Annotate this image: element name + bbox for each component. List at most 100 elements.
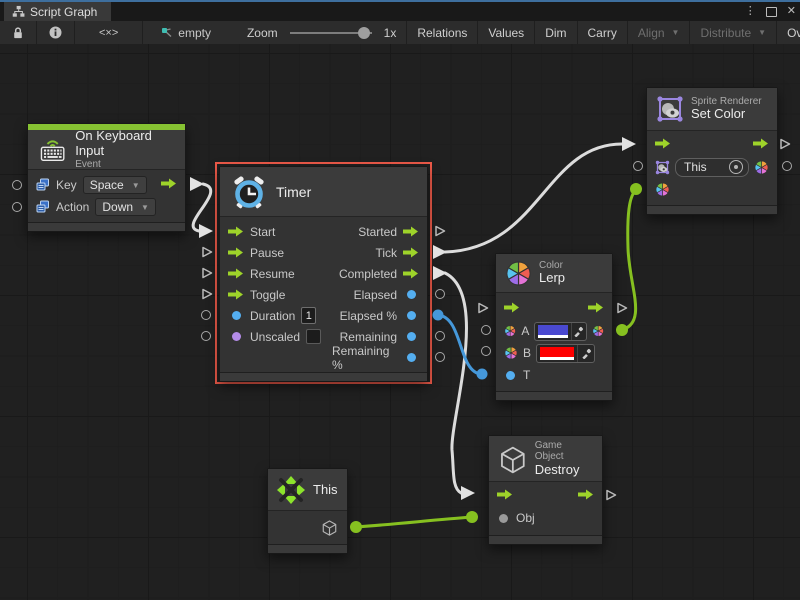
- port-started[interactable]: Started: [324, 221, 427, 242]
- keyboard-action-ext-port[interactable]: [12, 202, 22, 212]
- lock-button[interactable]: [0, 21, 37, 44]
- flow-output-port[interactable]: [753, 136, 769, 154]
- timer-remaining-ext-port[interactable]: [435, 331, 445, 341]
- port-remaining-pct[interactable]: Remaining %: [324, 347, 427, 368]
- node-destroy[interactable]: Game Object Destroy Obj: [488, 435, 603, 545]
- node-footer: [220, 372, 427, 381]
- close-icon[interactable]: ✕: [787, 3, 796, 20]
- lerp-node-header: Color Lerp: [496, 254, 612, 293]
- value-port-dot[interactable]: [407, 290, 416, 299]
- this-node-header: This: [268, 469, 347, 511]
- timer-duration-ext-port[interactable]: [201, 310, 211, 320]
- port-t[interactable]: T: [496, 364, 612, 386]
- timer-pause-ext-port[interactable]: [201, 246, 213, 258]
- color-port-icon[interactable]: [504, 324, 516, 338]
- timer-toggle-ext-port[interactable]: [201, 288, 213, 300]
- timer-started-ext-port[interactable]: [434, 225, 446, 237]
- value-port-dot[interactable]: [499, 514, 508, 523]
- node-on-keyboard-input[interactable]: On Keyboard Input Event Key Space ▼: [27, 123, 186, 232]
- flow-input-port[interactable]: [504, 300, 520, 318]
- timer-remaining-pct-ext-port[interactable]: [435, 352, 445, 362]
- key-dropdown[interactable]: Space ▼: [83, 176, 147, 194]
- this-node-body: [268, 511, 347, 544]
- port-completed[interactable]: Completed: [324, 263, 427, 284]
- timer-resume-ext-port[interactable]: [201, 267, 213, 279]
- zoom-slider-knob[interactable]: [358, 27, 370, 39]
- distribute-button[interactable]: Distribute ▼: [690, 21, 777, 44]
- target-object-field[interactable]: This: [675, 158, 749, 177]
- eyedropper-icon[interactable]: [571, 323, 586, 340]
- window-menu-icon[interactable]: ⋮: [745, 3, 756, 20]
- flow-output-port[interactable]: [578, 487, 594, 505]
- value-port-dot[interactable]: [407, 332, 416, 341]
- timer-unscaled-ext-port[interactable]: [201, 331, 211, 341]
- value-port-dot[interactable]: [407, 353, 416, 362]
- color-input-port[interactable]: [655, 182, 670, 197]
- eyedropper-icon[interactable]: [577, 345, 594, 362]
- a-label: A: [521, 324, 529, 338]
- port-tick[interactable]: Tick: [324, 242, 427, 263]
- relations-button[interactable]: Relations: [407, 21, 478, 44]
- port-pause[interactable]: Pause: [220, 242, 324, 263]
- color-a-field[interactable]: [534, 322, 586, 341]
- trigger-output-port[interactable]: [161, 176, 177, 194]
- color-port-icon[interactable]: [504, 346, 518, 360]
- port-toggle[interactable]: Toggle: [220, 284, 324, 305]
- object-picker-icon[interactable]: [729, 160, 743, 174]
- destroy-flow-out-ext-port[interactable]: [605, 489, 617, 501]
- lerp-a-ext-port[interactable]: [481, 325, 491, 335]
- port-resume[interactable]: Resume: [220, 263, 324, 284]
- dim-button[interactable]: Dim: [535, 21, 577, 44]
- value-port-dot[interactable]: [232, 311, 241, 320]
- setcolor-target-ext-port[interactable]: [633, 161, 643, 171]
- align-button[interactable]: Align ▼: [628, 21, 691, 44]
- flow-input-port[interactable]: [497, 487, 513, 505]
- color-output-port[interactable]: [754, 160, 769, 175]
- unscaled-checkbox[interactable]: [306, 329, 321, 344]
- graph-reference[interactable]: empty: [143, 21, 221, 44]
- lerp-flow-out-ext-port[interactable]: [616, 302, 628, 314]
- zoom-slider[interactable]: [290, 32, 372, 34]
- color-b-field[interactable]: [536, 344, 595, 363]
- lerp-flow-in-ext-port[interactable]: [477, 302, 489, 314]
- set-color-node-body: This: [647, 131, 777, 205]
- lerp-b-ext-port[interactable]: [481, 346, 491, 356]
- keyboard-key-ext-port[interactable]: [12, 180, 22, 190]
- node-this[interactable]: This: [267, 468, 348, 554]
- port-obj[interactable]: Obj: [489, 507, 602, 529]
- setcolor-color-out-ext-port[interactable]: [782, 161, 792, 171]
- port-elapsed[interactable]: Elapsed: [324, 284, 427, 305]
- flow-input-port[interactable]: [655, 136, 671, 154]
- flow-row: [489, 485, 602, 507]
- node-set-color[interactable]: Sprite Renderer Set Color: [646, 87, 778, 215]
- tab-bar: Script Graph ⋮ ✕: [0, 2, 800, 21]
- timer-elapsed-ext-port[interactable]: [435, 289, 445, 299]
- port-start[interactable]: Start: [220, 221, 324, 242]
- duration-input[interactable]: [301, 307, 316, 324]
- value-port-dot[interactable]: [232, 332, 241, 341]
- wildcard-button[interactable]: <×>: [75, 21, 143, 44]
- value-port-dot[interactable]: [506, 371, 515, 380]
- enum-icon: [36, 200, 50, 214]
- this-icon: [276, 475, 306, 505]
- setcolor-flow-out-ext-port[interactable]: [779, 138, 791, 150]
- game-object-output-port[interactable]: [321, 519, 338, 536]
- overview-button[interactable]: Overview: [777, 21, 800, 44]
- port-row-key: Key Space ▼: [28, 174, 185, 196]
- node-timer[interactable]: Timer Start Pause Resume Toggle: [219, 166, 428, 382]
- carry-button[interactable]: Carry: [578, 21, 628, 44]
- node-subtitle: Game Object: [535, 440, 593, 463]
- flow-output-port[interactable]: [588, 300, 604, 318]
- maximize-icon[interactable]: [766, 7, 777, 17]
- node-color-lerp[interactable]: Color Lerp: [495, 253, 613, 401]
- values-button[interactable]: Values: [478, 21, 535, 44]
- port-elapsed-pct[interactable]: Elapsed %: [324, 305, 427, 326]
- tab-script-graph[interactable]: Script Graph: [4, 2, 111, 21]
- set-color-node-header: Sprite Renderer Set Color: [647, 88, 777, 131]
- color-result-port[interactable]: [592, 324, 604, 338]
- node-footer: [496, 391, 612, 400]
- info-button[interactable]: [37, 21, 75, 44]
- t-label: T: [523, 368, 530, 382]
- action-dropdown[interactable]: Down ▼: [95, 198, 156, 216]
- value-port-dot[interactable]: [407, 311, 416, 320]
